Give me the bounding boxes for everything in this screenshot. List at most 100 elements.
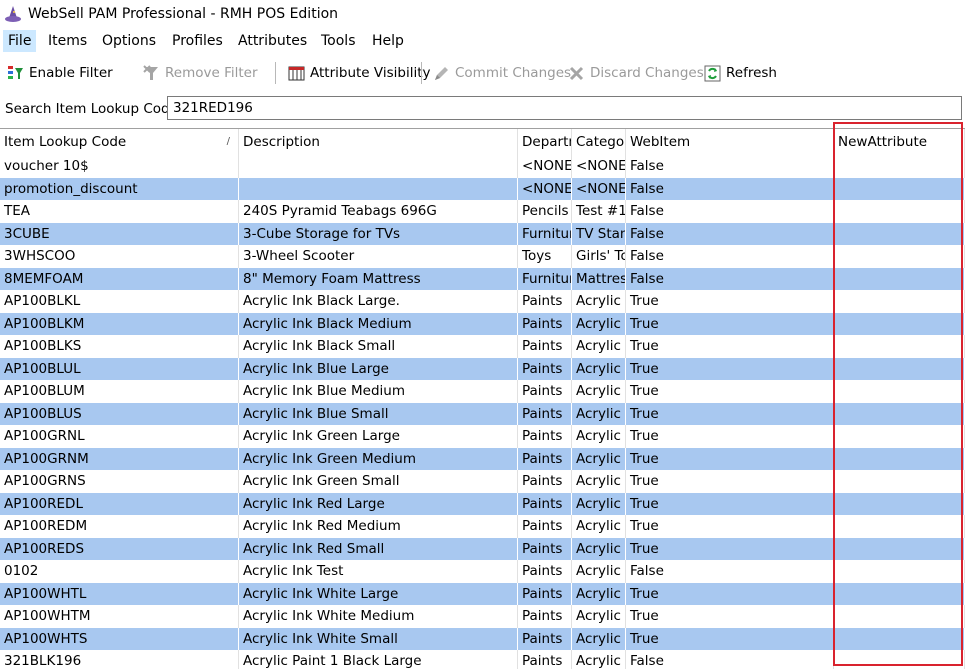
column-header-item-lookup-code[interactable]: Item Lookup Code /: [0, 129, 239, 155]
table-row[interactable]: 3WHSCOO3-Wheel ScooterToysGirls' ToysFal…: [0, 245, 965, 268]
cell-item-lookup-code[interactable]: AP100WHTM: [0, 605, 239, 628]
cell-item-lookup-code[interactable]: AP100GRNL: [0, 425, 239, 448]
cell-newattribute[interactable]: [834, 222, 965, 245]
column-header-department[interactable]: Department: [518, 129, 572, 155]
cell-description[interactable]: [239, 155, 518, 178]
cell-department[interactable]: Paints: [518, 582, 572, 605]
cell-category[interactable]: Acrylic Paints: [572, 290, 626, 313]
cell-item-lookup-code[interactable]: AP100REDL: [0, 492, 239, 515]
cell-webitem[interactable]: True: [626, 290, 834, 313]
cell-webitem[interactable]: False: [626, 222, 834, 245]
table-row[interactable]: 8MEMFOAM8" Memory Foam MattressFurniture…: [0, 267, 965, 290]
cell-webitem[interactable]: False: [626, 155, 834, 178]
cell-webitem[interactable]: True: [626, 515, 834, 538]
cell-description[interactable]: Acrylic Ink Red Medium: [239, 515, 518, 538]
cell-description[interactable]: Acrylic Ink White Medium: [239, 605, 518, 628]
cell-webitem[interactable]: False: [626, 267, 834, 290]
cell-webitem[interactable]: False: [626, 245, 834, 268]
cell-webitem[interactable]: True: [626, 470, 834, 493]
cell-category[interactable]: Acrylic Paints: [572, 447, 626, 470]
cell-category[interactable]: Acrylic Paints: [572, 582, 626, 605]
cell-webitem[interactable]: True: [626, 402, 834, 425]
cell-department[interactable]: <NONE>: [518, 177, 572, 200]
cell-category[interactable]: Acrylic Paints: [572, 650, 626, 669]
cell-webitem[interactable]: False: [626, 200, 834, 223]
cell-newattribute[interactable]: [834, 155, 965, 178]
cell-category[interactable]: Acrylic Paints: [572, 537, 626, 560]
cell-newattribute[interactable]: [834, 402, 965, 425]
cell-item-lookup-code[interactable]: 3CUBE: [0, 222, 239, 245]
cell-department[interactable]: Paints: [518, 357, 572, 380]
cell-webitem[interactable]: False: [626, 177, 834, 200]
cell-department[interactable]: Paints: [518, 537, 572, 560]
cell-description[interactable]: 3-Cube Storage for TVs: [239, 222, 518, 245]
cell-item-lookup-code[interactable]: AP100WHTS: [0, 627, 239, 650]
cell-webitem[interactable]: True: [626, 357, 834, 380]
cell-webitem[interactable]: True: [626, 312, 834, 335]
cell-category[interactable]: Acrylic Paints: [572, 627, 626, 650]
cell-newattribute[interactable]: [834, 605, 965, 628]
cell-item-lookup-code[interactable]: AP100BLKS: [0, 335, 239, 358]
column-header-newattribute[interactable]: NewAttribute: [834, 129, 965, 155]
cell-department[interactable]: Paints: [518, 515, 572, 538]
cell-newattribute[interactable]: [834, 515, 965, 538]
cell-item-lookup-code[interactable]: AP100BLUS: [0, 402, 239, 425]
cell-newattribute[interactable]: [834, 245, 965, 268]
cell-description[interactable]: Acrylic Ink Blue Large: [239, 357, 518, 380]
cell-category[interactable]: Acrylic Paints: [572, 357, 626, 380]
cell-item-lookup-code[interactable]: 0102: [0, 560, 239, 583]
cell-category[interactable]: Mattress: [572, 267, 626, 290]
table-row[interactable]: AP100BLUS Acrylic Ink Blue Small Paints Acr…: [0, 402, 965, 425]
cell-description[interactable]: 3-Wheel Scooter: [239, 245, 518, 268]
cell-webitem[interactable]: True: [626, 335, 834, 358]
cell-newattribute[interactable]: [834, 290, 965, 313]
cell-department[interactable]: Toys: [518, 245, 572, 268]
cell-newattribute[interactable]: [834, 650, 965, 669]
cell-newattribute[interactable]: [834, 380, 965, 403]
cell-department[interactable]: Furniture: [518, 267, 572, 290]
cell-department[interactable]: <NONE>: [518, 155, 572, 178]
table-row[interactable]: AP100WHTL Acrylic Ink White Large Paints Ac…: [0, 582, 965, 605]
cell-category[interactable]: Acrylic Paints: [572, 560, 626, 583]
menu-items[interactable]: Items: [43, 30, 92, 52]
table-row[interactable]: AP100GRNL Acrylic Ink Green Large Paints Ac…: [0, 425, 965, 448]
table-row[interactable]: AP100BLKL Acrylic Ink Black Large. Paints A…: [0, 290, 965, 313]
table-row[interactable]: AP100BLUL Acrylic Ink Blue Large Paints Acr…: [0, 357, 965, 380]
cell-department[interactable]: Paints: [518, 402, 572, 425]
cell-department[interactable]: Paints: [518, 447, 572, 470]
cell-newattribute[interactable]: [834, 312, 965, 335]
cell-category[interactable]: <NONE>: [572, 155, 626, 178]
menu-help[interactable]: Help: [367, 30, 409, 52]
menu-attributes[interactable]: Attributes: [233, 30, 312, 52]
menu-file[interactable]: File: [3, 30, 37, 52]
cell-department[interactable]: Paints: [518, 470, 572, 493]
cell-webitem[interactable]: True: [626, 605, 834, 628]
cell-item-lookup-code[interactable]: voucher 10$: [0, 155, 239, 178]
menu-profiles[interactable]: Profiles: [167, 30, 228, 52]
cell-webitem[interactable]: True: [626, 582, 834, 605]
cell-category[interactable]: Acrylic Paints: [572, 470, 626, 493]
cell-category[interactable]: Acrylic Paints: [572, 492, 626, 515]
cell-newattribute[interactable]: [834, 537, 965, 560]
cell-webitem[interactable]: True: [626, 537, 834, 560]
cell-description[interactable]: Acrylic Ink Black Medium: [239, 312, 518, 335]
column-header-category[interactable]: Category: [572, 129, 626, 155]
cell-category[interactable]: Acrylic Paints: [572, 402, 626, 425]
search-item-lookup-input[interactable]: [167, 96, 962, 120]
cell-newattribute[interactable]: [834, 470, 965, 493]
cell-item-lookup-code[interactable]: 3WHSCOO: [0, 245, 239, 268]
table-row[interactable]: promotion_discount<NONE><NONE>False: [0, 177, 965, 200]
cell-description[interactable]: Acrylic Ink Black Small: [239, 335, 518, 358]
cell-newattribute[interactable]: [834, 560, 965, 583]
table-row[interactable]: AP100REDM Acrylic Ink Red Medium Paints Acr…: [0, 515, 965, 538]
cell-category[interactable]: TV Stands: [572, 222, 626, 245]
cell-item-lookup-code[interactable]: promotion_discount: [0, 177, 239, 200]
table-row[interactable]: AP100REDL Acrylic Ink Red Large Paints Acry…: [0, 492, 965, 515]
menu-tools[interactable]: Tools: [316, 30, 361, 52]
cell-newattribute[interactable]: [834, 267, 965, 290]
cell-item-lookup-code[interactable]: AP100BLUL: [0, 357, 239, 380]
cell-department[interactable]: Paints: [518, 425, 572, 448]
cell-description[interactable]: Acrylic Ink Green Large: [239, 425, 518, 448]
cell-description[interactable]: 8" Memory Foam Mattress: [239, 267, 518, 290]
cell-item-lookup-code[interactable]: AP100BLKL: [0, 290, 239, 313]
